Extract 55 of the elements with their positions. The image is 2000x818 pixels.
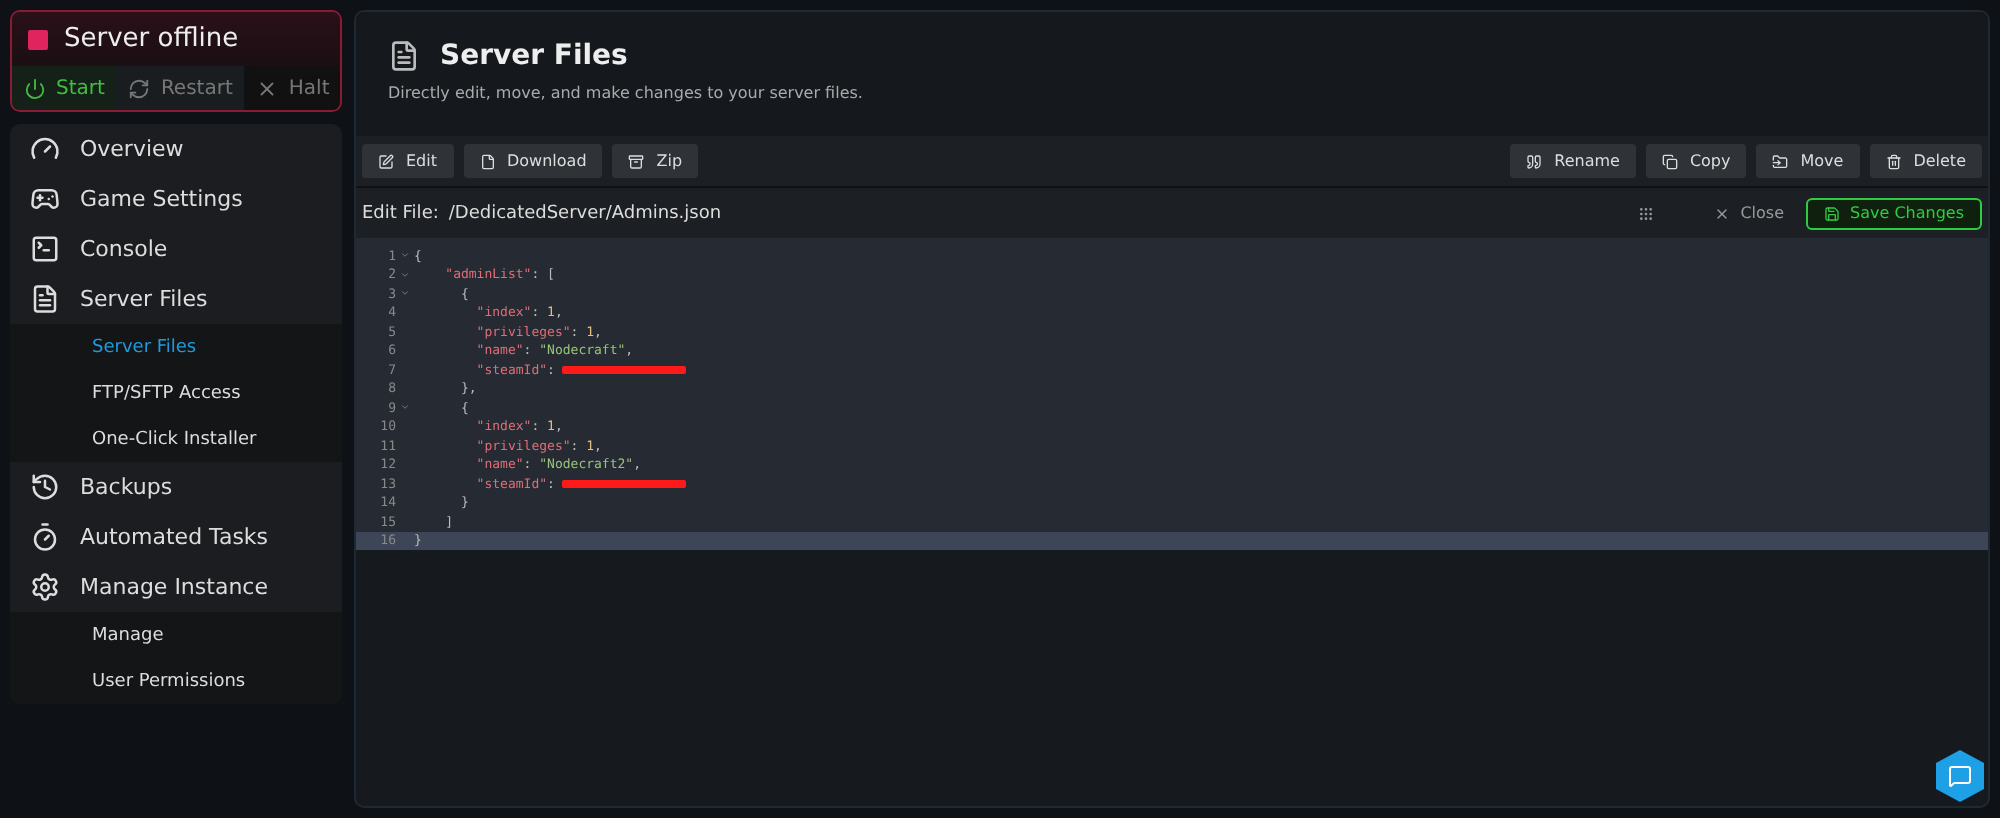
quote-icon (1526, 153, 1543, 169)
nav-item[interactable]: Server Files (10, 274, 342, 324)
nav-item[interactable]: Manage Instance (10, 562, 342, 612)
close-icon (1714, 205, 1731, 221)
toolbar-button[interactable]: Copy (1645, 144, 1747, 178)
folder-icon (1772, 153, 1789, 169)
toolbar-button[interactable]: Edit (362, 144, 453, 178)
redaction-mark (562, 365, 687, 374)
nav-subitem[interactable]: One-Click Installer (10, 416, 342, 462)
save-icon (1824, 205, 1841, 221)
gauge-icon (30, 134, 60, 164)
nav-subitem[interactable]: Server Files (10, 324, 342, 370)
close-icon (256, 77, 279, 99)
chat-icon (1948, 764, 1972, 788)
file-icon (388, 40, 420, 72)
fold-icon[interactable] (400, 250, 410, 261)
page-title: Server Files (440, 40, 628, 72)
timer-icon (30, 522, 60, 552)
redaction-mark (562, 479, 687, 488)
edit-file-label: Edit File: (362, 203, 439, 223)
nav-subitem[interactable]: Manage (10, 612, 342, 658)
refresh-icon (128, 77, 151, 99)
power-icon (24, 77, 46, 99)
nav-subitem[interactable]: User Permissions (10, 658, 342, 704)
server-status: Server offline (64, 24, 239, 54)
settings-icon (30, 572, 60, 602)
file-icon (479, 153, 495, 169)
toolbar-button[interactable]: Delete (1869, 144, 1982, 178)
trash-icon (1885, 153, 1902, 169)
gamepad-icon (30, 184, 60, 214)
nav-item[interactable]: Console (10, 224, 342, 274)
nav-subitem[interactable]: FTP/SFTP Access (10, 370, 342, 416)
close-button[interactable]: Close (1702, 202, 1797, 224)
start-button[interactable]: Start (12, 66, 117, 110)
edit-icon (378, 153, 394, 169)
toolbar-button[interactable]: Download (463, 144, 603, 178)
toolbar-button[interactable]: Move (1756, 144, 1860, 178)
file-icon (30, 284, 60, 314)
nav-item[interactable]: Overview (10, 124, 342, 174)
grip-icon[interactable] (1638, 205, 1655, 221)
nav-item[interactable]: Backups (10, 462, 342, 512)
fold-icon[interactable] (400, 402, 410, 413)
terminal-icon (30, 234, 60, 264)
archive-icon (628, 153, 645, 169)
page-subtitle: Directly edit, move, and make changes to your server files. (388, 84, 865, 102)
nav-item[interactable]: Game Settings (10, 174, 342, 224)
toolbar-button[interactable]: Zip (612, 144, 699, 178)
fold-icon[interactable] (400, 269, 410, 280)
nav-item[interactable]: Automated Tasks (10, 512, 342, 562)
fold-icon[interactable] (400, 288, 410, 299)
file-path: /DedicatedServer/Admins.json (448, 203, 722, 223)
toolbar-button[interactable]: Rename (1510, 144, 1636, 178)
save-changes-button[interactable]: Save Changes (1806, 197, 1982, 229)
history-icon (30, 472, 60, 502)
copy-icon (1661, 153, 1678, 169)
